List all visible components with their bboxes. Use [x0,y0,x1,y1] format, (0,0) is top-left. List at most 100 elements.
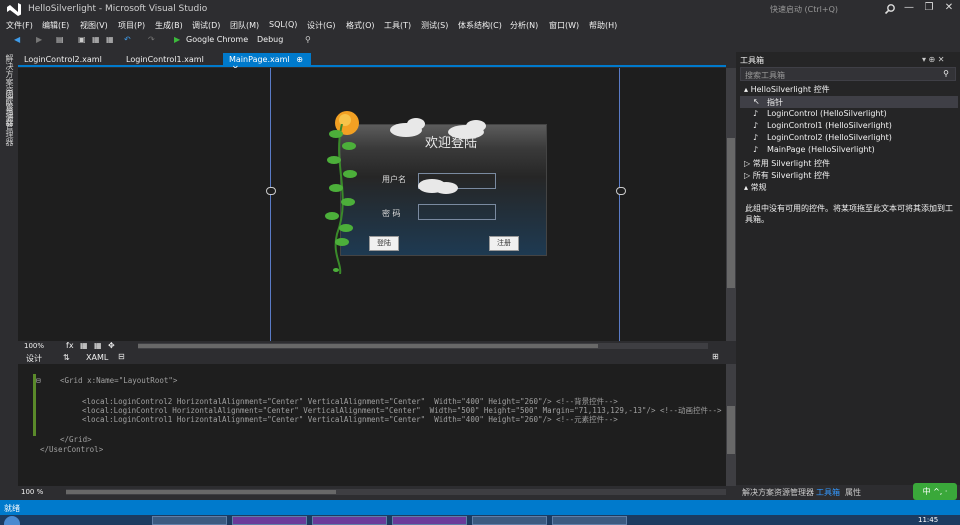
menu-tools[interactable]: 工具(T) [384,20,411,31]
menu-project[interactable]: 项目(P) [118,20,145,31]
code-vertical-scrollbar[interactable] [726,364,736,486]
open-file-icon[interactable]: ▣ [78,35,86,48]
menu-build[interactable]: 生成(B) [155,20,183,31]
menu-debug[interactable]: 调试(D) [192,20,220,31]
toolbox-group-all[interactable]: ▷ 所有 Silverlight 控件 [744,170,830,181]
designer-hscroll-thumb[interactable] [138,344,598,348]
code-scroll-thumb[interactable] [727,406,735,454]
menu-sql[interactable]: SQL(Q) [269,20,297,29]
password-input[interactable] [418,204,496,220]
welcome-heading: 欢迎登陆 [425,136,478,151]
close-button[interactable]: ✕ [940,2,958,16]
taskbar-app[interactable] [152,516,227,525]
search-icon[interactable]: ⚲ [943,69,949,78]
toolbox-search-input[interactable]: 搜索工具箱 ⚲ [740,67,956,81]
split-layout-icon[interactable]: ⊞ [712,352,719,361]
toolbox-group-label: 所有 Silverlight 控件 [752,171,830,180]
designer-vertical-scrollbar[interactable] [726,68,736,341]
menu-architecture[interactable]: 体系结构(C) [458,20,502,31]
team-explorer-tab[interactable]: 团队资源管理器 [4,90,15,146]
back-icon[interactable]: ◀ [14,35,20,48]
menu-format[interactable]: 格式(O) [346,20,375,31]
status-text: 就绪 [4,504,20,513]
ime-indicator[interactable]: 中 ^, · [913,483,957,500]
standard-toolbar: ◀ ▶ ▤ ▣ ▦ ▦ ↶ ↷ ▶ Google Chrome Debug ⚲ [0,33,960,50]
xaml-code-editor[interactable]: ⊟ <Grid x:Name="LayoutRoot"> <local:Logi… [18,364,726,486]
collapse-icon[interactable]: ⊟ [36,376,41,385]
taskbar-app[interactable] [552,516,627,525]
resize-handle-right[interactable] [616,187,626,195]
register-button[interactable]: 注册 [489,236,519,251]
tab-design-view[interactable]: 设计 [26,353,42,364]
left-tool-strip: 解决方案资源管理器 团队资源管理器 [0,50,18,500]
code-line: <Grid x:Name="LayoutRoot"> [60,376,178,385]
undo-icon[interactable]: ↶ [124,35,131,48]
toolbox-item-mainpage[interactable]: MainPage (HelloSilverlight) [767,145,875,154]
menu-help[interactable]: 帮助(H) [589,20,617,31]
designer-scroll-thumb[interactable] [727,138,735,288]
toolbox-group-label: 常规 [750,183,767,192]
forward-icon[interactable]: ▶ [36,35,42,48]
taskbar-app[interactable] [472,516,547,525]
taskbar-app[interactable] [312,516,387,525]
tab-solution-explorer[interactable]: 解决方案资源管理器 [742,487,814,498]
toolbox-group-general[interactable]: ▴ 常规 [744,182,767,193]
browser-selector[interactable]: Google Chrome [186,35,248,48]
tab-logincontrol1[interactable]: LoginControl1.xaml [120,53,210,67]
grid-icon[interactable]: ▦ [80,341,88,350]
tab-mainpage[interactable]: MainPage.xaml ⊕ ✕ [223,53,311,73]
toolbox-group-common[interactable]: ▷ 常用 Silverlight 控件 [744,158,830,169]
redo-icon[interactable]: ↷ [148,35,155,48]
find-icon[interactable]: ⚲ [305,35,311,48]
designer-zoom-level[interactable]: 100% [24,342,44,350]
save-all-icon[interactable]: ▦ [106,35,114,48]
minimize-button[interactable]: — [900,2,918,16]
menu-edit[interactable]: 编辑(E) [42,20,69,31]
quick-launch-input[interactable]: 快速启动 (Ctrl+Q) [770,4,880,15]
designer-horizontal-scrollbar[interactable] [138,343,708,349]
taskbar-app[interactable] [392,516,467,525]
menu-analyze[interactable]: 分析(N) [510,20,538,31]
document-tabs: LoginControl2.xaml LoginControl1.xaml Ma… [18,52,726,73]
tab-properties[interactable]: 属性 [845,487,861,498]
panel-pin-icon[interactable]: ▾ ⊕ ✕ [922,55,945,64]
swap-panes-icon[interactable]: ⇅ [63,353,70,362]
toolbox-item-logincontrol2[interactable]: LoginControl2 (HelloSilverlight) [767,133,892,142]
visual-studio-logo-icon [7,3,21,16]
menu-test[interactable]: 测试(S) [421,20,448,31]
toolbox-item-pointer[interactable]: 指针 [767,97,783,108]
tab-logincontrol2[interactable]: LoginControl2.xaml [18,53,108,67]
save-icon[interactable]: ▦ [92,35,100,48]
pin-icon[interactable]: ⊕ [296,55,303,64]
toolbox-panel [736,52,960,500]
menu-team[interactable]: 团队(M) [230,20,259,31]
snap-lines-icon[interactable]: ✥ [108,341,115,350]
snap-grid-icon[interactable]: ▦ [94,341,102,350]
tab-toolbox[interactable]: 工具箱 [816,487,840,498]
menu-window[interactable]: 窗口(W) [549,20,579,31]
tab-xaml-view[interactable]: XAML [86,353,108,362]
toolbox-item-logincontrol1[interactable]: LoginControl1 (HelloSilverlight) [767,121,892,130]
toolbox-group-hellosilverlight[interactable]: ▴ HelloSilverlight 控件 [744,84,830,95]
config-selector[interactable]: Debug [257,35,283,48]
split-horizontal-icon[interactable]: ⊟ [118,352,125,361]
menu-file[interactable]: 文件(F) [6,20,33,31]
code-horizontal-scrollbar[interactable] [66,489,726,495]
login-button[interactable]: 登陆 [369,236,399,251]
toolbox-item-logincontrol[interactable]: LoginControl (HelloSilverlight) [767,109,887,118]
view-split-bar: 设计 ⇅ XAML ⊟ ⊞ [18,352,736,364]
code-hscroll-thumb[interactable] [66,490,336,494]
search-icon[interactable] [884,3,896,15]
menu-design[interactable]: 设计(G) [307,20,335,31]
taskbar-app[interactable] [232,516,307,525]
code-zoom-level[interactable]: 100 % [21,488,43,496]
toolbox-title: 工具箱 [740,56,764,65]
taskbar-clock: 11:45 [918,516,939,524]
start-button-icon[interactable] [4,516,20,525]
resize-handle-left[interactable] [266,187,276,195]
menu-view[interactable]: 视图(V) [80,20,108,31]
start-debug-icon[interactable]: ▶ [174,35,180,48]
new-project-icon[interactable]: ▤ [56,35,64,48]
restore-button[interactable]: ❐ [920,2,938,16]
formula-icon[interactable]: fx [66,341,74,350]
